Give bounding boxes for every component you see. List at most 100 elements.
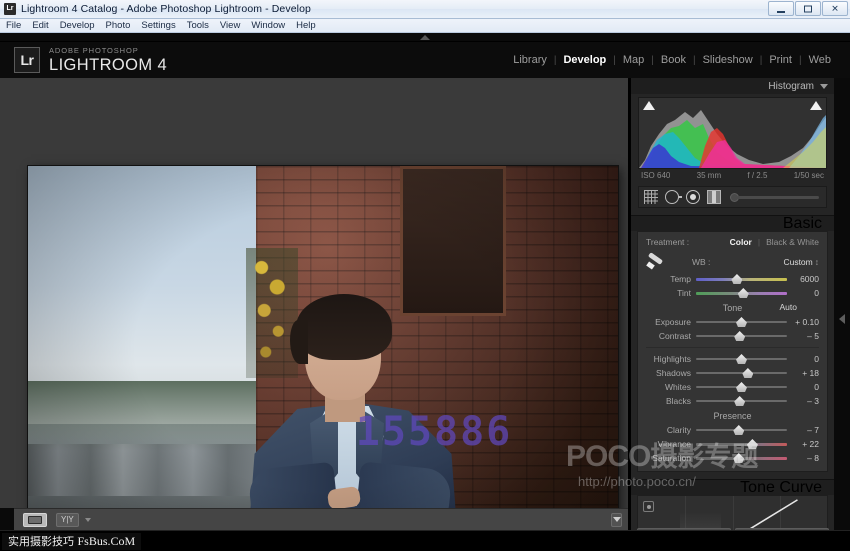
slider-knob[interactable]: [736, 382, 747, 392]
slider-track[interactable]: [696, 381, 787, 393]
module-print[interactable]: Print: [762, 54, 799, 66]
histogram-graph[interactable]: [638, 97, 827, 169]
toolbar-options-button[interactable]: [611, 513, 622, 527]
slider-clarity[interactable]: Clarity – 7: [638, 423, 827, 437]
menu-item-photo[interactable]: Photo: [106, 20, 131, 31]
menu-item-window[interactable]: Window: [251, 20, 285, 31]
slider-track[interactable]: [696, 273, 787, 285]
identity-plate-bar: Lr ADOBE PHOTOSHOP LIGHTROOM 4 Library |…: [0, 42, 850, 78]
slider-value: – 5: [787, 331, 819, 341]
auto-tone-button[interactable]: Auto: [780, 302, 798, 312]
slider-track[interactable]: [696, 287, 787, 299]
loupe-view-button[interactable]: [23, 513, 47, 527]
graduated-filter-icon[interactable]: [707, 190, 721, 204]
slider-track[interactable]: [696, 395, 787, 407]
treatment-divider: |: [758, 237, 760, 247]
slider-temp[interactable]: Temp 6000: [638, 272, 827, 286]
menu-item-view[interactable]: View: [220, 20, 240, 31]
slider-knob[interactable]: [747, 439, 758, 449]
slider-label: Vibrance: [646, 439, 696, 449]
eyedropper-icon[interactable]: [646, 254, 666, 270]
menu-item-tools[interactable]: Tools: [187, 20, 209, 31]
histogram-panel-header[interactable]: Histogram: [631, 78, 834, 94]
slider-knob[interactable]: [738, 288, 749, 298]
slider-value: + 0.10: [787, 317, 819, 327]
menu-item-develop[interactable]: Develop: [60, 20, 95, 31]
slider-knob[interactable]: [734, 396, 745, 406]
taskbar-label-cn: 实用摄影技巧: [8, 535, 74, 548]
slider-tint[interactable]: Tint 0: [638, 286, 827, 300]
slider-track[interactable]: [696, 438, 787, 450]
basic-title: Basic: [783, 215, 822, 233]
minimize-button[interactable]: [768, 1, 794, 16]
crop-overlay-icon[interactable]: [644, 190, 658, 204]
slider-highlights[interactable]: Highlights 0: [638, 352, 827, 366]
slider-track[interactable]: [696, 316, 787, 328]
spot-removal-icon[interactable]: [665, 190, 679, 204]
slider-vibrance[interactable]: Vibrance + 22: [638, 437, 827, 451]
adjustment-brush-icon[interactable]: [728, 190, 821, 204]
module-library[interactable]: Library: [506, 54, 554, 66]
red-eye-icon[interactable]: [686, 190, 700, 204]
slider-knob[interactable]: [736, 317, 747, 327]
module-map[interactable]: Map: [616, 54, 651, 66]
close-button[interactable]: ✕: [822, 1, 848, 16]
wb-preset-select[interactable]: Custom↕: [783, 257, 819, 267]
slider-contrast[interactable]: Contrast – 5: [638, 329, 827, 343]
module-slideshow[interactable]: Slideshow: [696, 54, 760, 66]
slider-knob[interactable]: [742, 368, 753, 378]
exif-readout: ISO 640 35 mm f / 2.5 1/50 sec: [641, 171, 824, 180]
slider-knob[interactable]: [736, 354, 747, 364]
treatment-color-option[interactable]: Color: [730, 237, 752, 247]
menu-item-file[interactable]: File: [6, 20, 21, 31]
slider-label: Clarity: [646, 425, 696, 435]
slider-knob[interactable]: [731, 274, 742, 284]
brand-subtitle: ADOBE PHOTOSHOP: [49, 47, 167, 55]
tone-label: Tone: [723, 303, 743, 313]
chevron-left-icon: [839, 314, 845, 324]
treatment-row: Treatment : Color | Black & White: [638, 237, 827, 251]
menu-bar: File Edit Develop Photo Settings Tools V…: [0, 19, 850, 33]
slider-value: + 18: [787, 368, 819, 378]
module-picker: Library | Develop | Map | Book | Slidesh…: [506, 54, 838, 66]
slider-label: Saturation: [646, 453, 696, 463]
image-stage[interactable]: 155886: [0, 78, 628, 508]
slider-value: + 22: [787, 439, 819, 449]
close-icon: ✕: [831, 4, 839, 13]
presence-label: Presence: [713, 411, 751, 421]
slider-value: – 7: [787, 425, 819, 435]
slider-knob[interactable]: [733, 425, 744, 435]
slider-shadows[interactable]: Shadows + 18: [638, 366, 827, 380]
slider-knob[interactable]: [733, 453, 744, 463]
module-develop[interactable]: Develop: [556, 54, 613, 66]
slider-blacks[interactable]: Blacks – 3: [638, 394, 827, 408]
slider-track[interactable]: [696, 424, 787, 436]
before-after-button[interactable]: Y|Y: [56, 513, 79, 527]
menu-item-edit[interactable]: Edit: [32, 20, 48, 31]
photo-preview[interactable]: 155886: [28, 166, 618, 551]
slider-track[interactable]: [696, 367, 787, 379]
chevron-down-icon[interactable]: [85, 518, 91, 522]
top-panel-toggle[interactable]: [0, 33, 850, 42]
slider-whites[interactable]: Whites 0: [638, 380, 827, 394]
slider-track[interactable]: [696, 452, 787, 464]
basic-panel-header[interactable]: Basic: [631, 215, 834, 231]
slider-track[interactable]: [696, 330, 787, 342]
slider-saturation[interactable]: Saturation – 8: [638, 451, 827, 465]
slider-knob[interactable]: [734, 331, 745, 341]
maximize-button[interactable]: [795, 1, 821, 16]
menu-item-help[interactable]: Help: [296, 20, 316, 31]
menu-item-settings[interactable]: Settings: [141, 20, 175, 31]
module-web[interactable]: Web: [802, 54, 838, 66]
module-book[interactable]: Book: [654, 54, 693, 66]
right-panel-toggle[interactable]: [834, 78, 850, 551]
white-balance-row: WB : Custom↕: [638, 251, 827, 272]
targeted-adjustment-icon[interactable]: [643, 501, 654, 512]
slider-exposure[interactable]: Exposure + 0.10: [638, 315, 827, 329]
window-title: Lightroom 4 Catalog - Adobe Photoshop Li…: [21, 3, 311, 15]
basic-panel-body: Treatment : Color | Black & White WB : C…: [637, 231, 828, 472]
tone-curve-panel-header[interactable]: Tone Curve: [631, 479, 834, 495]
slider-label: Tint: [646, 288, 696, 298]
treatment-bw-option[interactable]: Black & White: [766, 237, 819, 247]
slider-track[interactable]: [696, 353, 787, 365]
